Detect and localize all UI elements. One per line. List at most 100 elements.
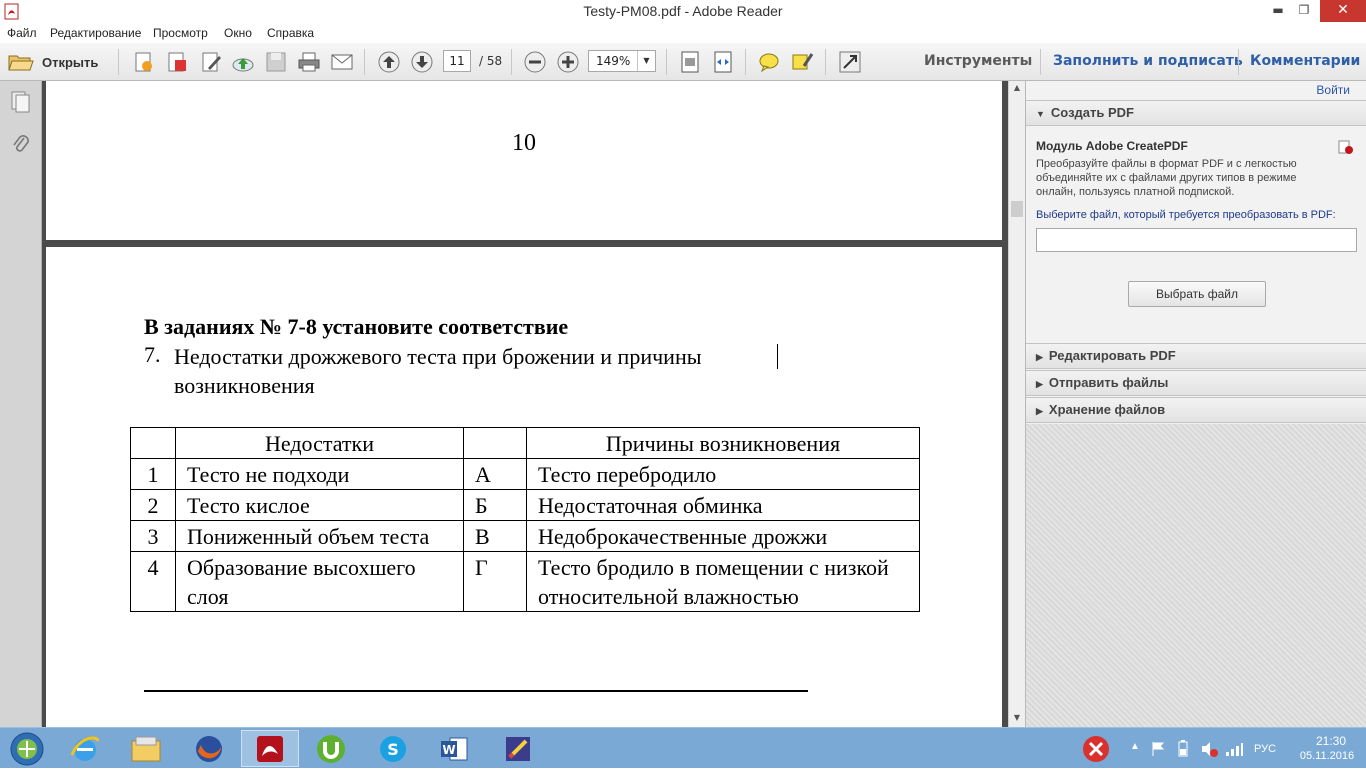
menu-help[interactable]: Справка: [267, 26, 314, 40]
upload-cloud-icon[interactable]: [231, 50, 255, 74]
combine-pdf-icon[interactable]: [165, 50, 189, 74]
comments-link[interactable]: Комментарии: [1250, 53, 1360, 69]
taskbar-skype[interactable]: S: [364, 730, 422, 767]
triangle-right-icon: ▶: [1036, 352, 1043, 362]
skype-icon: S: [380, 735, 406, 762]
zoom-out-icon[interactable]: [523, 50, 547, 74]
start-button[interactable]: [0, 730, 54, 767]
menu-file[interactable]: Файл: [7, 26, 37, 40]
horizontal-rule: [144, 690, 808, 692]
title-bar: Testy-PM08.pdf - Adobe Reader ▬ ❐ ✕: [0, 0, 1366, 23]
open-button[interactable]: Открыть: [8, 50, 98, 74]
panel-header-create-pdf[interactable]: ▼ Создать PDF: [1026, 100, 1366, 126]
taskbar-paint[interactable]: [489, 730, 547, 767]
previous-page-icon[interactable]: [377, 50, 401, 74]
clock-time[interactable]: 21:30: [1305, 734, 1357, 748]
firefox-icon: [196, 735, 222, 762]
table-header-row: Недостатки Причины возникновения: [130, 427, 920, 459]
panel-header-file-storage[interactable]: ▶ Хранение файлов: [1026, 397, 1366, 423]
panel-header-edit-pdf[interactable]: ▶ Редактировать PDF: [1026, 343, 1366, 369]
create-pdf-module-icon: [1338, 140, 1353, 154]
paint-icon: [506, 736, 530, 761]
table-row: 2 Тесто кислое Б Недостаточная обминка: [130, 489, 920, 521]
taskbar-utorrent[interactable]: [302, 730, 360, 767]
zoom-value: 149%: [596, 54, 631, 68]
menu-view[interactable]: Просмотр: [153, 26, 208, 40]
comment-icon[interactable]: [757, 50, 781, 74]
full-screen-icon[interactable]: [838, 50, 862, 74]
taskbar: S W ▲ РУС 21:30 05.11.2016: [0, 727, 1366, 768]
scrollbar-thumb[interactable]: [1011, 201, 1023, 217]
create-pdf-panel: Модуль Adobe CreatePDF Преобразуйте файл…: [1026, 126, 1366, 343]
window-title: Testy-PM08.pdf - Adobe Reader: [583, 3, 783, 19]
panel-title: Редактировать PDF: [1048, 348, 1176, 363]
clock-date[interactable]: 05.11.2016: [1293, 750, 1361, 762]
pdf-page-previous: 10: [46, 81, 1002, 240]
table-header: Недостатки: [175, 427, 464, 459]
show-hidden-icons-icon[interactable]: ▲: [1130, 741, 1140, 752]
edit-pdf-icon[interactable]: [199, 50, 223, 74]
login-strip: [1026, 81, 1366, 100]
login-link[interactable]: Войти: [1316, 83, 1350, 97]
zoom-in-icon[interactable]: [556, 50, 580, 74]
flag-icon[interactable]: [1151, 741, 1165, 757]
close-button[interactable]: ✕: [1320, 0, 1366, 22]
module-title: Модуль Adobe CreatePDF: [1036, 139, 1188, 153]
zoom-select[interactable]: 149% ▼: [588, 50, 656, 72]
table-row: 1 Тесто не подходи А Тесто перебродило: [130, 458, 920, 490]
toolbar-separator: [1238, 49, 1239, 75]
volume-muted-icon[interactable]: [1200, 740, 1218, 758]
restore-button[interactable]: ❐: [1291, 0, 1317, 22]
table-cell: 2: [130, 489, 176, 521]
fill-sign-link[interactable]: Заполнить и подписать: [1053, 53, 1243, 69]
minimize-button[interactable]: ▬: [1265, 0, 1291, 22]
menu-window[interactable]: Окно: [224, 26, 252, 40]
page-thumbnails-icon[interactable]: [10, 90, 32, 114]
start-orb-icon: [10, 732, 44, 765]
choose-file-button[interactable]: Выбрать файл: [1128, 281, 1266, 307]
highlight-text-icon[interactable]: [790, 50, 814, 74]
panel-title: Создать PDF: [1050, 105, 1134, 120]
tools-link[interactable]: Инструменты: [924, 53, 1032, 69]
print-icon[interactable]: [297, 50, 321, 74]
table-cell: Тесто перебродило: [526, 458, 920, 490]
table-cell: Тесто кислое: [175, 489, 464, 521]
vertical-scrollbar[interactable]: ▲ ▼: [1008, 81, 1025, 727]
open-label: Открыть: [42, 54, 99, 70]
triangle-right-icon: ▶: [1036, 406, 1043, 416]
document-view[interactable]: 10 В заданиях № 7-8 установите соответст…: [42, 81, 1008, 727]
taskbar-file-explorer[interactable]: [117, 730, 175, 767]
scroll-up-icon[interactable]: ▲: [1009, 83, 1025, 92]
question-number: 7.: [144, 342, 161, 367]
taskbar-internet-explorer[interactable]: [56, 730, 114, 767]
taskbar-word[interactable]: W: [425, 730, 483, 767]
email-icon[interactable]: [330, 50, 354, 74]
taskbar-adobe-reader[interactable]: [241, 730, 299, 767]
triangle-right-icon: ▶: [1036, 379, 1043, 389]
menu-edit[interactable]: Редактирование: [50, 26, 141, 40]
menu-bar: Файл Редактирование Просмотр Окно Справк…: [0, 23, 1366, 43]
input-language[interactable]: РУС: [1254, 743, 1276, 755]
taskbar-firefox[interactable]: [180, 730, 238, 767]
panel-header-send-files[interactable]: ▶ Отправить файлы: [1026, 370, 1366, 396]
matching-table: Недостатки Причины возникновения 1 Тесто…: [130, 427, 920, 612]
create-pdf-icon[interactable]: [132, 50, 156, 74]
toolbar-separator: [745, 49, 746, 75]
adobe-reader-icon: [257, 735, 283, 762]
attachments-icon[interactable]: [10, 133, 32, 157]
page-number-input[interactable]: 11: [443, 50, 471, 72]
battery-icon[interactable]: [1175, 740, 1191, 758]
svg-text:W: W: [442, 743, 455, 757]
table-cell: 3: [130, 520, 176, 552]
save-icon[interactable]: [264, 50, 288, 74]
fit-width-icon[interactable]: [711, 50, 735, 74]
network-signal-icon[interactable]: [1225, 741, 1243, 757]
file-path-input[interactable]: [1036, 228, 1357, 252]
fit-page-icon[interactable]: [678, 50, 702, 74]
scroll-down-icon[interactable]: ▼: [1009, 713, 1025, 722]
antivirus-icon[interactable]: [1080, 733, 1112, 765]
table-cell: Б: [463, 489, 527, 521]
folder-icon: [131, 736, 161, 761]
chevron-down-icon[interactable]: ▼: [637, 51, 655, 71]
next-page-icon[interactable]: [410, 50, 434, 74]
